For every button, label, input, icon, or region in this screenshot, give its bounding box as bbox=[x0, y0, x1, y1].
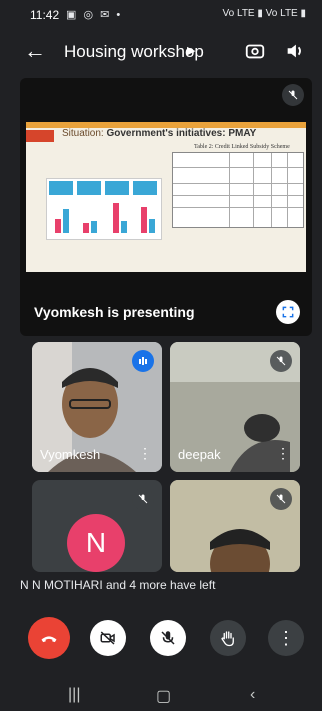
participant-tile[interactable]: N bbox=[32, 480, 162, 572]
hand-icon bbox=[221, 631, 234, 647]
more-options-icon[interactable]: ⋮ bbox=[276, 445, 290, 462]
recents-icon[interactable]: ||| bbox=[68, 686, 80, 704]
camera-toggle-button[interactable] bbox=[90, 620, 126, 656]
avatar-initial: N bbox=[85, 527, 107, 558]
slide-chart bbox=[46, 178, 162, 240]
camera-off-icon bbox=[100, 631, 115, 645]
mic-off-icon bbox=[270, 350, 292, 372]
shared-slide: Situation: Government's initiatives: PMA… bbox=[26, 122, 306, 272]
status-time: 11:42 bbox=[30, 8, 60, 22]
meeting-header: ← Housing workshop ▶ bbox=[0, 32, 322, 72]
mic-off-icon bbox=[132, 488, 154, 510]
speaking-indicator-icon bbox=[132, 350, 154, 372]
participant-name: Vyomkesh bbox=[40, 447, 101, 462]
participant-tile[interactable] bbox=[170, 480, 300, 572]
participant-name: deepak bbox=[178, 447, 221, 462]
signal-battery-icons: Vo LTE ▮ Vo LTE ▮ bbox=[222, 8, 306, 19]
caret-right-icon[interactable]: ▶ bbox=[187, 44, 195, 57]
slide-table-title: Table 2: Credit Linked Subsidy Scheme bbox=[194, 144, 290, 150]
fullscreen-icon[interactable] bbox=[276, 300, 300, 324]
hang-up-icon bbox=[41, 636, 57, 643]
meeting-title[interactable]: Housing workshop bbox=[64, 42, 204, 62]
notification-icons: ▣ ◎ ✉ • bbox=[66, 9, 123, 21]
back-arrow-icon[interactable]: ← bbox=[24, 38, 46, 64]
slide-title: Situation: Government's initiatives: PMA… bbox=[62, 128, 257, 139]
speaker-icon[interactable] bbox=[284, 40, 306, 62]
slide-table bbox=[172, 152, 304, 228]
presentation-tile[interactable]: Situation: Government's initiatives: PMA… bbox=[20, 78, 312, 336]
avatar: N bbox=[67, 514, 125, 572]
slide-tag bbox=[26, 130, 54, 142]
mic-off-icon bbox=[270, 488, 292, 510]
system-nav-bar: ||| ▢ ‹ bbox=[0, 682, 322, 711]
mic-toggle-button[interactable] bbox=[150, 620, 186, 656]
participants-left-banner: N N MOTIHARI and 4 more have left bbox=[20, 578, 216, 592]
mic-off-icon bbox=[161, 631, 175, 645]
end-call-button[interactable] bbox=[28, 617, 70, 659]
raise-hand-button[interactable] bbox=[210, 620, 246, 656]
more-options-icon[interactable]: ⋮ bbox=[138, 445, 152, 462]
more-options-button[interactable]: ⋮ bbox=[268, 620, 304, 656]
participant-tile[interactable]: Vyomkesh ⋮ bbox=[32, 342, 162, 472]
back-icon[interactable]: ‹ bbox=[250, 686, 255, 704]
home-icon[interactable]: ▢ bbox=[156, 686, 171, 706]
mic-off-icon bbox=[282, 84, 304, 106]
status-bar: 11:42 ▣ ◎ ✉ • Vo LTE ▮ Vo LTE ▮ bbox=[0, 0, 322, 26]
call-controls: ⋮ bbox=[0, 617, 322, 670]
presenting-label: Vyomkesh is presenting bbox=[34, 304, 195, 320]
switch-camera-icon[interactable] bbox=[244, 40, 266, 62]
more-vertical-icon: ⋮ bbox=[277, 627, 295, 648]
participant-tile[interactable]: deepak ⋮ bbox=[170, 342, 300, 472]
